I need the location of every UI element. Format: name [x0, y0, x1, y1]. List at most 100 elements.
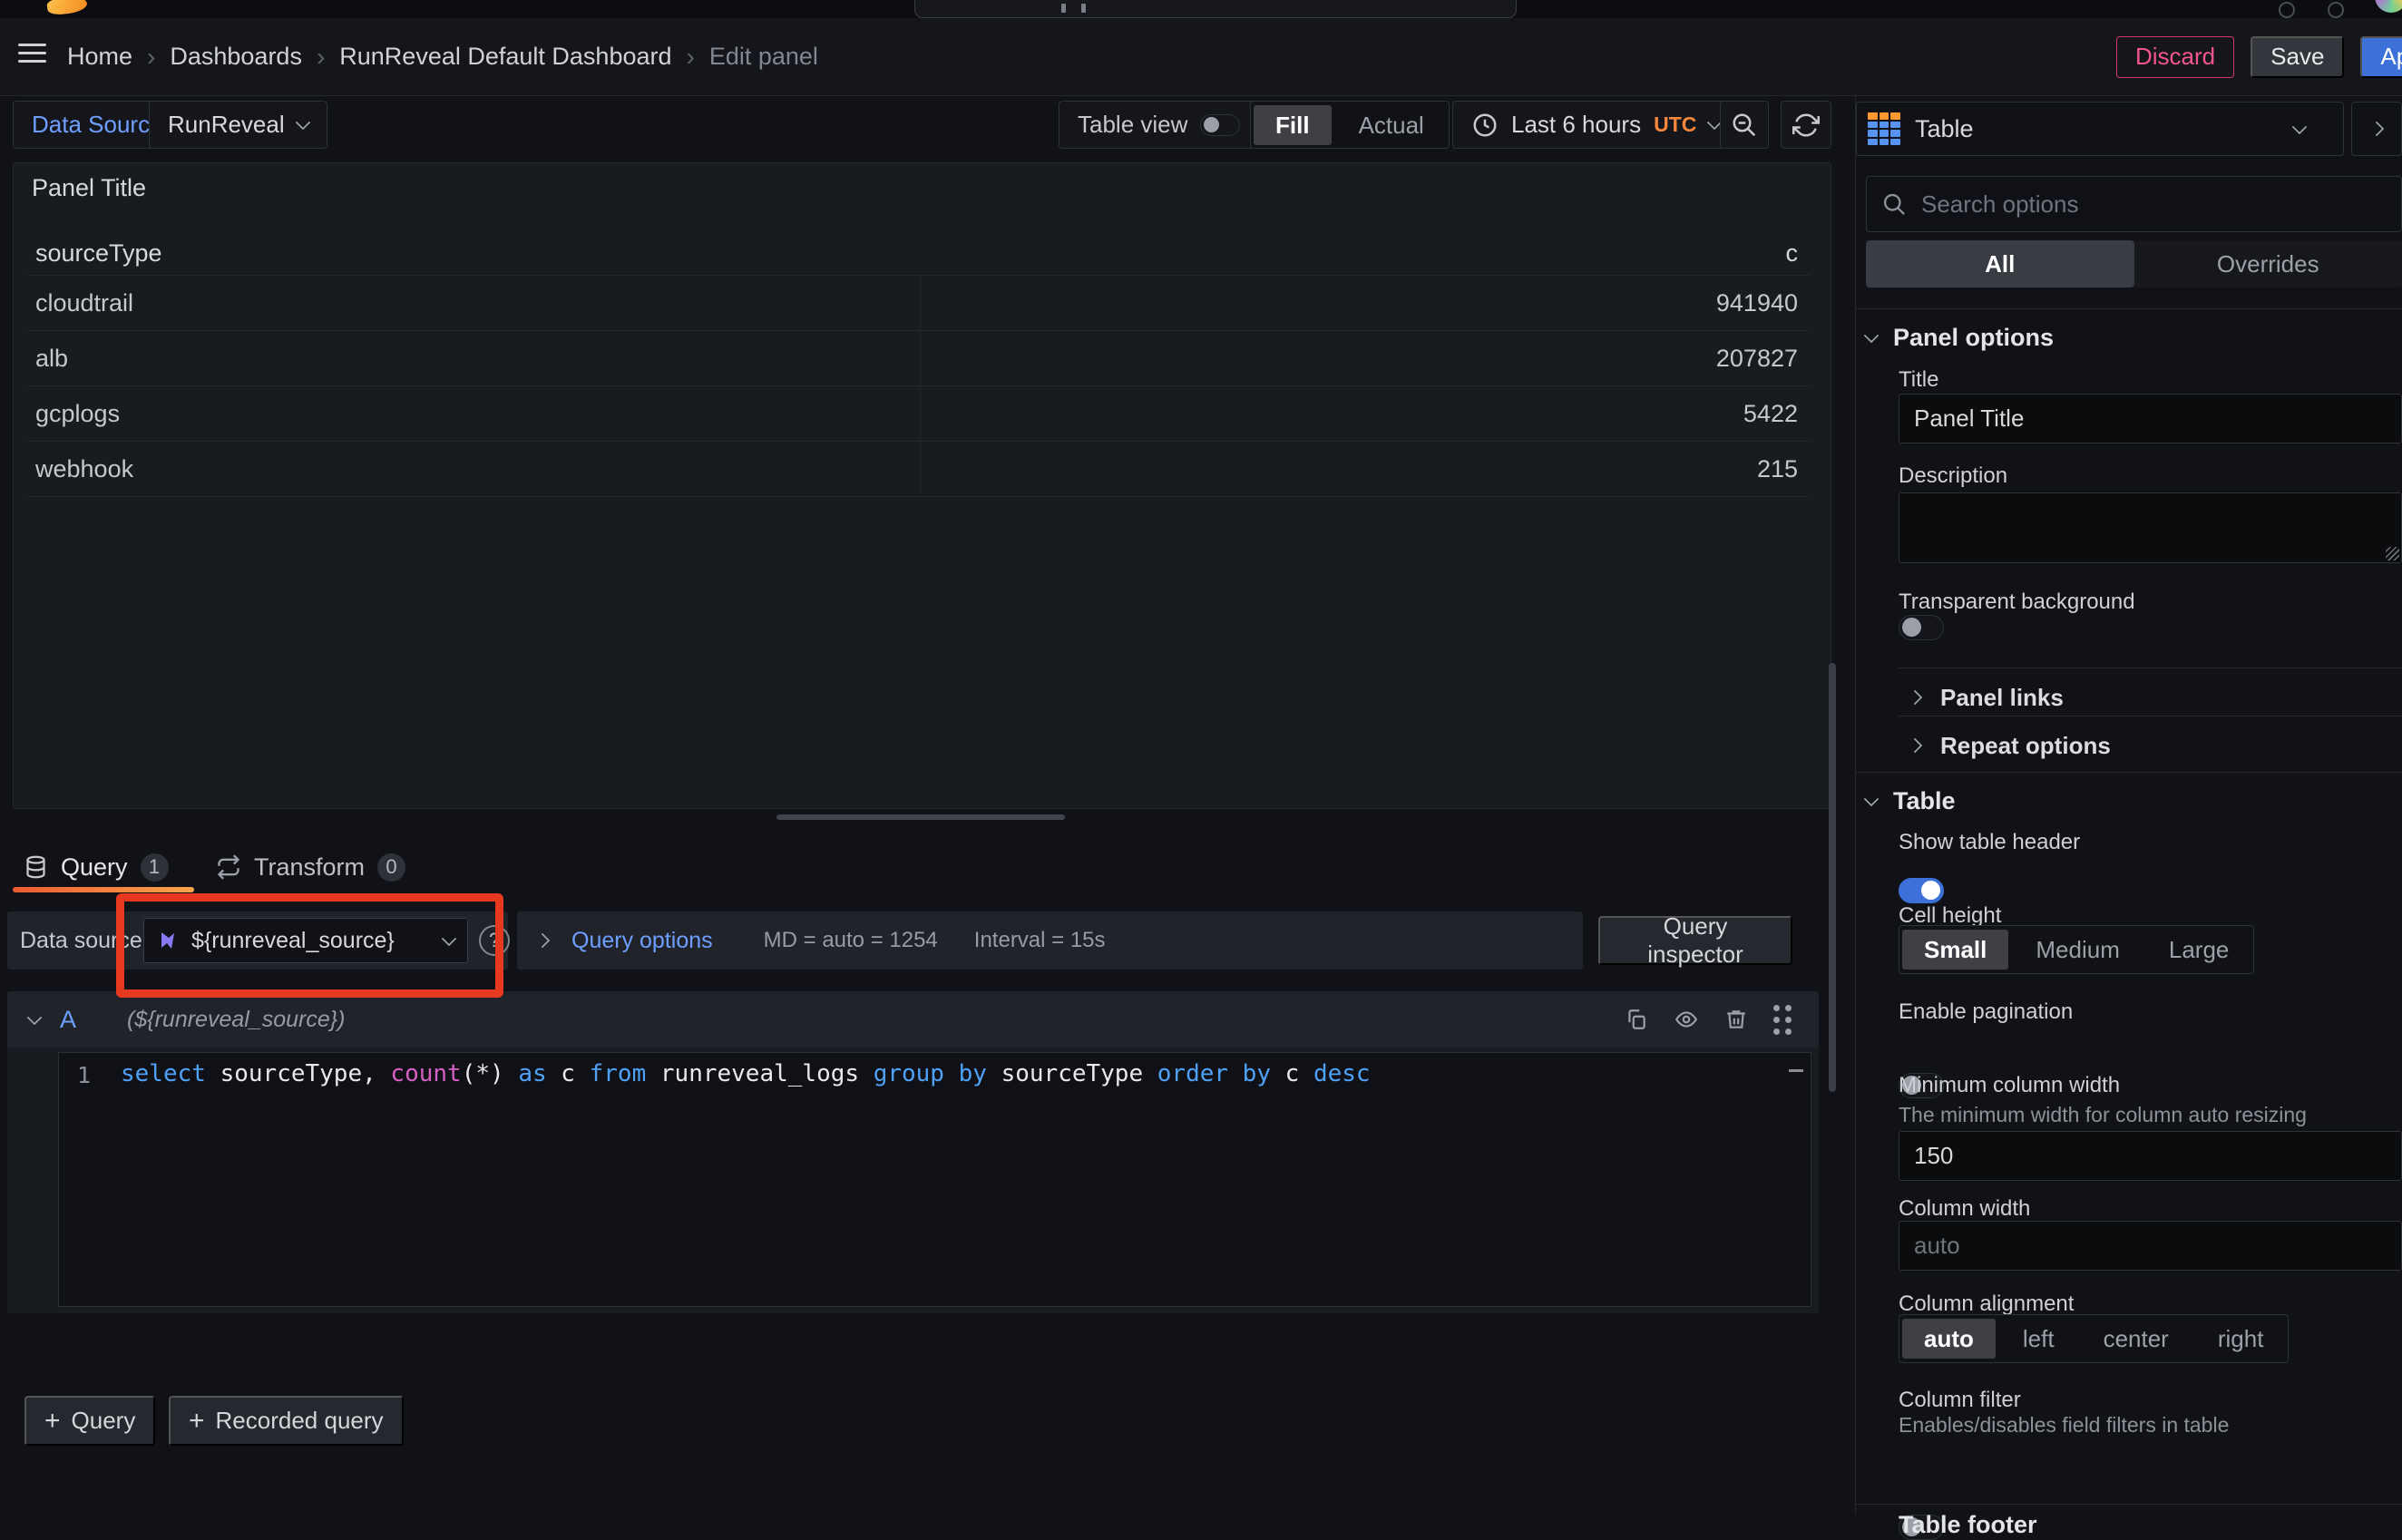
options-search-input[interactable]	[1919, 190, 2387, 219]
column-width-label: Column width	[1899, 1196, 2030, 1222]
align-left[interactable]: left	[2001, 1319, 2076, 1359]
align-center[interactable]: center	[2082, 1319, 2191, 1359]
description-textarea[interactable]	[1899, 493, 2401, 562]
panel-title-input[interactable]	[1899, 394, 2402, 443]
cell-count: 215	[1757, 442, 1798, 496]
tab-transform[interactable]: Transform 0	[216, 845, 405, 889]
annotation-highlight-rectangle	[116, 893, 503, 998]
description-field[interactable]	[1899, 492, 2402, 563]
tab-all[interactable]: All	[1866, 240, 2134, 288]
fill-option[interactable]: Fill	[1254, 105, 1332, 145]
cell-sourcetype: webhook	[35, 442, 133, 496]
transparent-bg-toggle[interactable]	[1899, 615, 1944, 640]
time-range-picker[interactable]: Last 6 hours UTC	[1452, 101, 1739, 149]
transparent-bg-label: Transparent background	[1899, 590, 2135, 615]
query-inspector-button[interactable]: Query inspector	[1598, 916, 1792, 965]
col-header-sourcetype[interactable]: sourceType	[35, 232, 162, 275]
repeat-options-label: Repeat options	[1940, 732, 2111, 760]
cell-sourcetype: cloudtrail	[35, 276, 133, 330]
query-row-actions	[1625, 1005, 1792, 1035]
add-query-button[interactable]: + Query	[24, 1396, 155, 1446]
query-options-link[interactable]: Query options	[571, 928, 713, 954]
panel-links-section[interactable]: Panel links	[1909, 678, 2064, 716]
chevron-down-icon	[1864, 791, 1880, 806]
repeat-options-section[interactable]: Repeat options	[1909, 726, 2111, 765]
panel-resize-handle[interactable]	[776, 814, 1065, 820]
query-ref-id: A	[60, 1006, 76, 1034]
drag-handle-icon[interactable]	[1773, 1005, 1792, 1035]
add-recorded-query-button[interactable]: + Recorded query	[169, 1396, 404, 1446]
overview-ruler-mark	[1789, 1069, 1803, 1072]
fill-actual-segment: Fill Actual	[1250, 101, 1450, 149]
column-filter-description: Enables/disables field filters in table	[1899, 1413, 2229, 1438]
table-view-label: Table view	[1078, 111, 1187, 139]
table-view-toggle[interactable]	[1200, 114, 1240, 136]
table-view-group: Table view	[1059, 101, 1259, 149]
tab-query[interactable]: Query 1	[24, 845, 169, 889]
show-table-header-toggle[interactable]	[1899, 878, 1944, 903]
table-section-header[interactable]: Table	[1866, 783, 1956, 819]
plus-icon: +	[189, 1406, 205, 1437]
query-row-header[interactable]: A (${runreveal_source})	[7, 991, 1819, 1048]
browser-logo	[46, 0, 88, 16]
tab-overrides[interactable]: Overrides	[2134, 240, 2402, 288]
breadcrumb-dashboard-name[interactable]: RunReveal Default Dashboard	[339, 43, 671, 71]
chevron-down-icon	[1864, 327, 1880, 343]
eye-icon[interactable]	[1674, 1008, 1699, 1031]
database-icon	[24, 853, 48, 881]
cell-height-segment: Small Medium Large	[1899, 925, 2254, 974]
datasource-picker[interactable]: RunReveal	[149, 101, 327, 149]
refresh-button[interactable]	[1781, 101, 1831, 149]
code-editor[interactable]: 1 select sourceType, count(*) as c from …	[58, 1052, 1811, 1307]
interval-text: Interval = 15s	[974, 928, 1106, 953]
table-viz-icon	[1868, 112, 1900, 145]
main-scrollbar[interactable]	[1829, 663, 1836, 1092]
tab-query-label: Query	[61, 853, 128, 882]
column-width-input[interactable]	[1899, 1221, 2402, 1271]
title-label: Title	[1899, 367, 1938, 393]
align-auto[interactable]: auto	[1902, 1319, 1996, 1359]
line-number: 1	[77, 1062, 91, 1088]
col-header-c[interactable]: c	[1786, 232, 1799, 275]
column-alignment-label: Column alignment	[1899, 1291, 2074, 1317]
cell-height-large[interactable]: Large	[2147, 930, 2251, 970]
max-data-points-text: MD = auto = 1254	[764, 928, 938, 953]
panel-options-section-header[interactable]: Panel options	[1866, 319, 2054, 356]
column-filter-label: Column filter	[1899, 1388, 2021, 1413]
apply-button[interactable]: Apply	[2360, 36, 2402, 78]
visualization-name: Table	[1915, 115, 1974, 143]
trash-icon[interactable]	[1724, 1008, 1748, 1031]
menu-icon[interactable]	[18, 38, 46, 68]
cell-height-medium[interactable]: Medium	[2014, 930, 2141, 970]
panel-preview: Panel Title sourceType c cloudtrail 9419…	[13, 162, 1831, 809]
top-nav-bar: Home › Dashboards › RunReveal Default Da…	[0, 18, 2402, 96]
actual-option[interactable]: Actual	[1337, 105, 1446, 145]
chevron-down-icon[interactable]	[27, 1010, 43, 1026]
result-table: sourceType c cloudtrail 941940 alb 20782…	[28, 232, 1811, 497]
query-options-bar: Query options MD = auto = 1254 Interval …	[517, 911, 1583, 970]
browser-extension-icon	[2279, 2, 2295, 18]
sql-line[interactable]: select sourceType, count(*) as c from ru…	[121, 1060, 1371, 1087]
zoom-out-button[interactable]	[1720, 101, 1769, 149]
browser-extension-icon	[2328, 2, 2344, 18]
clock-icon	[1471, 112, 1499, 139]
chevron-right-icon[interactable]	[535, 933, 551, 949]
min-col-width-input[interactable]	[1899, 1131, 2402, 1181]
search-icon	[1881, 191, 1907, 217]
breadcrumb-separator: ›	[687, 43, 695, 72]
chevron-right-icon	[1908, 690, 1923, 706]
visualization-picker[interactable]: Table	[1856, 102, 2344, 156]
breadcrumb-home[interactable]: Home	[67, 43, 132, 71]
duplicate-icon[interactable]	[1625, 1008, 1648, 1031]
save-button[interactable]: Save	[2251, 36, 2344, 78]
zoom-out-icon	[1731, 112, 1758, 139]
breadcrumb-dashboards[interactable]: Dashboards	[170, 43, 302, 71]
collapse-pane-button[interactable]	[2351, 102, 2402, 156]
discard-button[interactable]: Discard	[2116, 36, 2234, 78]
options-search[interactable]	[1866, 176, 2402, 232]
align-right[interactable]: right	[2196, 1319, 2286, 1359]
table-options-heading: Table	[1893, 787, 1956, 815]
datasource-value: RunReveal	[168, 111, 285, 139]
resize-grip-icon[interactable]	[2386, 547, 2399, 560]
cell-height-small[interactable]: Small	[1902, 930, 2008, 970]
